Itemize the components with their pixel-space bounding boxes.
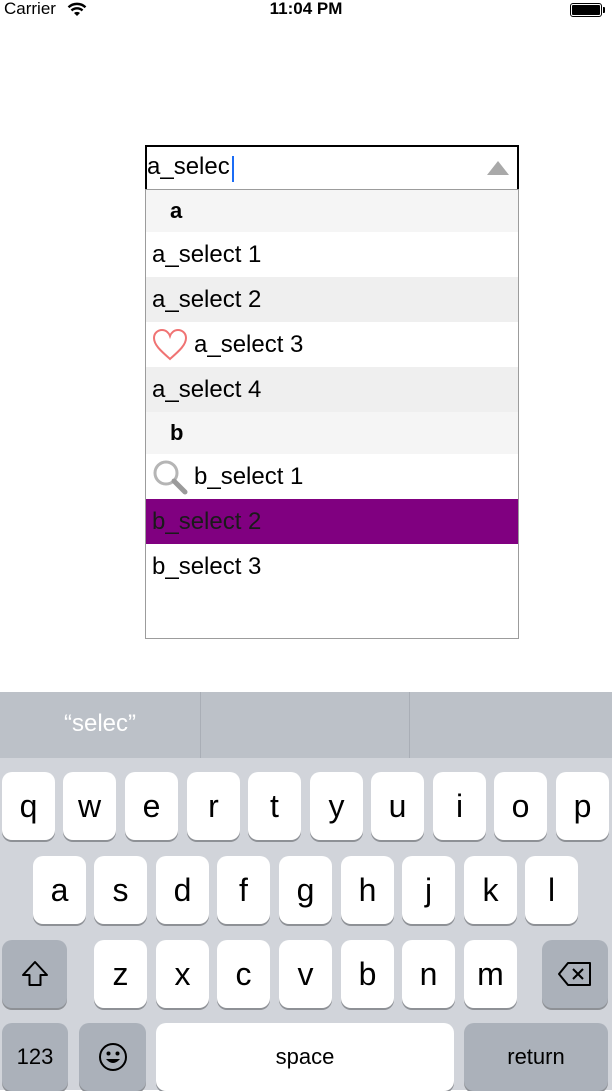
- key-i[interactable]: i: [433, 772, 486, 840]
- list-item-label: a_select 4: [152, 375, 262, 403]
- dropdown-list: a a_select 1 a_select 2 a_select 3 a_sel…: [145, 189, 519, 639]
- key-f[interactable]: f: [217, 856, 270, 924]
- list-item-label: b_select 3: [152, 552, 262, 580]
- key-q[interactable]: q: [2, 772, 55, 840]
- key-h[interactable]: h: [341, 856, 394, 924]
- shift-key[interactable]: [2, 940, 67, 1008]
- key-e[interactable]: e: [125, 772, 178, 840]
- key-l[interactable]: l: [525, 856, 578, 924]
- key-r[interactable]: r: [187, 772, 240, 840]
- suggestion-item[interactable]: [410, 692, 612, 758]
- key-u[interactable]: u: [371, 772, 424, 840]
- section-header-b: b: [146, 412, 518, 454]
- suggestion-item[interactable]: “selec”: [0, 692, 200, 758]
- status-bar: Carrier 11:04 PM: [0, 0, 612, 22]
- section-header-a: a: [146, 190, 518, 232]
- key-v[interactable]: v: [279, 940, 332, 1008]
- key-b[interactable]: b: [341, 940, 394, 1008]
- shift-icon: [21, 961, 48, 986]
- key-c[interactable]: c: [217, 940, 270, 1008]
- list-item[interactable]: a_select 3: [146, 322, 518, 367]
- section-header-label: a: [170, 198, 183, 223]
- key-t[interactable]: t: [248, 772, 301, 840]
- magnifier-icon: [153, 460, 188, 494]
- list-item-label: a_select 2: [152, 285, 262, 313]
- space-key[interactable]: space: [156, 1023, 454, 1091]
- key-m[interactable]: m: [464, 940, 517, 1008]
- key-g[interactable]: g: [279, 856, 332, 924]
- backspace-icon: [558, 962, 591, 986]
- key-y[interactable]: y: [310, 772, 363, 840]
- list-item[interactable]: a_select 1: [146, 232, 518, 277]
- list-item[interactable]: a_select 4: [146, 367, 518, 412]
- status-time: 11:04 PM: [269, 0, 343, 18]
- text-cursor: [232, 156, 234, 182]
- list-item[interactable]: b_select 1: [146, 454, 518, 499]
- keyboard: “selec” q w e r t y u i o p a s d f g h …: [0, 692, 612, 1091]
- suggestion-item[interactable]: [201, 692, 409, 758]
- list-item[interactable]: a_select 2: [146, 277, 518, 322]
- key-w[interactable]: w: [63, 772, 116, 840]
- key-o[interactable]: o: [494, 772, 547, 840]
- key-a[interactable]: a: [33, 856, 86, 924]
- list-item-label: b_select 1: [194, 462, 304, 490]
- combo-input-text: a_selec: [147, 153, 230, 180]
- section-header-label: b: [170, 420, 184, 445]
- battery-icon: [570, 3, 605, 17]
- list-item-label: a_select 3: [194, 330, 304, 358]
- key-k[interactable]: k: [464, 856, 517, 924]
- list-item-label: a_select 1: [152, 240, 262, 268]
- key-x[interactable]: x: [156, 940, 209, 1008]
- key-p[interactable]: p: [556, 772, 609, 840]
- emoji-icon: [98, 1043, 127, 1071]
- key-d[interactable]: d: [156, 856, 209, 924]
- key-s[interactable]: s: [94, 856, 147, 924]
- list-item-selected[interactable]: b_select 2: [146, 499, 518, 544]
- key-z[interactable]: z: [94, 940, 147, 1008]
- key-n[interactable]: n: [402, 940, 455, 1008]
- heart-icon: [152, 328, 188, 360]
- dropdown-arrow-icon[interactable]: [487, 161, 509, 175]
- suggestion-bar: “selec”: [0, 692, 612, 758]
- combo-input[interactable]: a_selec: [145, 145, 519, 191]
- list-item-label: b_select 2: [152, 507, 262, 535]
- numbers-key[interactable]: 123: [2, 1023, 68, 1091]
- delete-key[interactable]: [542, 940, 608, 1008]
- list-item[interactable]: b_select 3: [146, 544, 518, 589]
- emoji-key[interactable]: [79, 1023, 146, 1091]
- key-j[interactable]: j: [402, 856, 455, 924]
- return-key[interactable]: return: [464, 1023, 608, 1091]
